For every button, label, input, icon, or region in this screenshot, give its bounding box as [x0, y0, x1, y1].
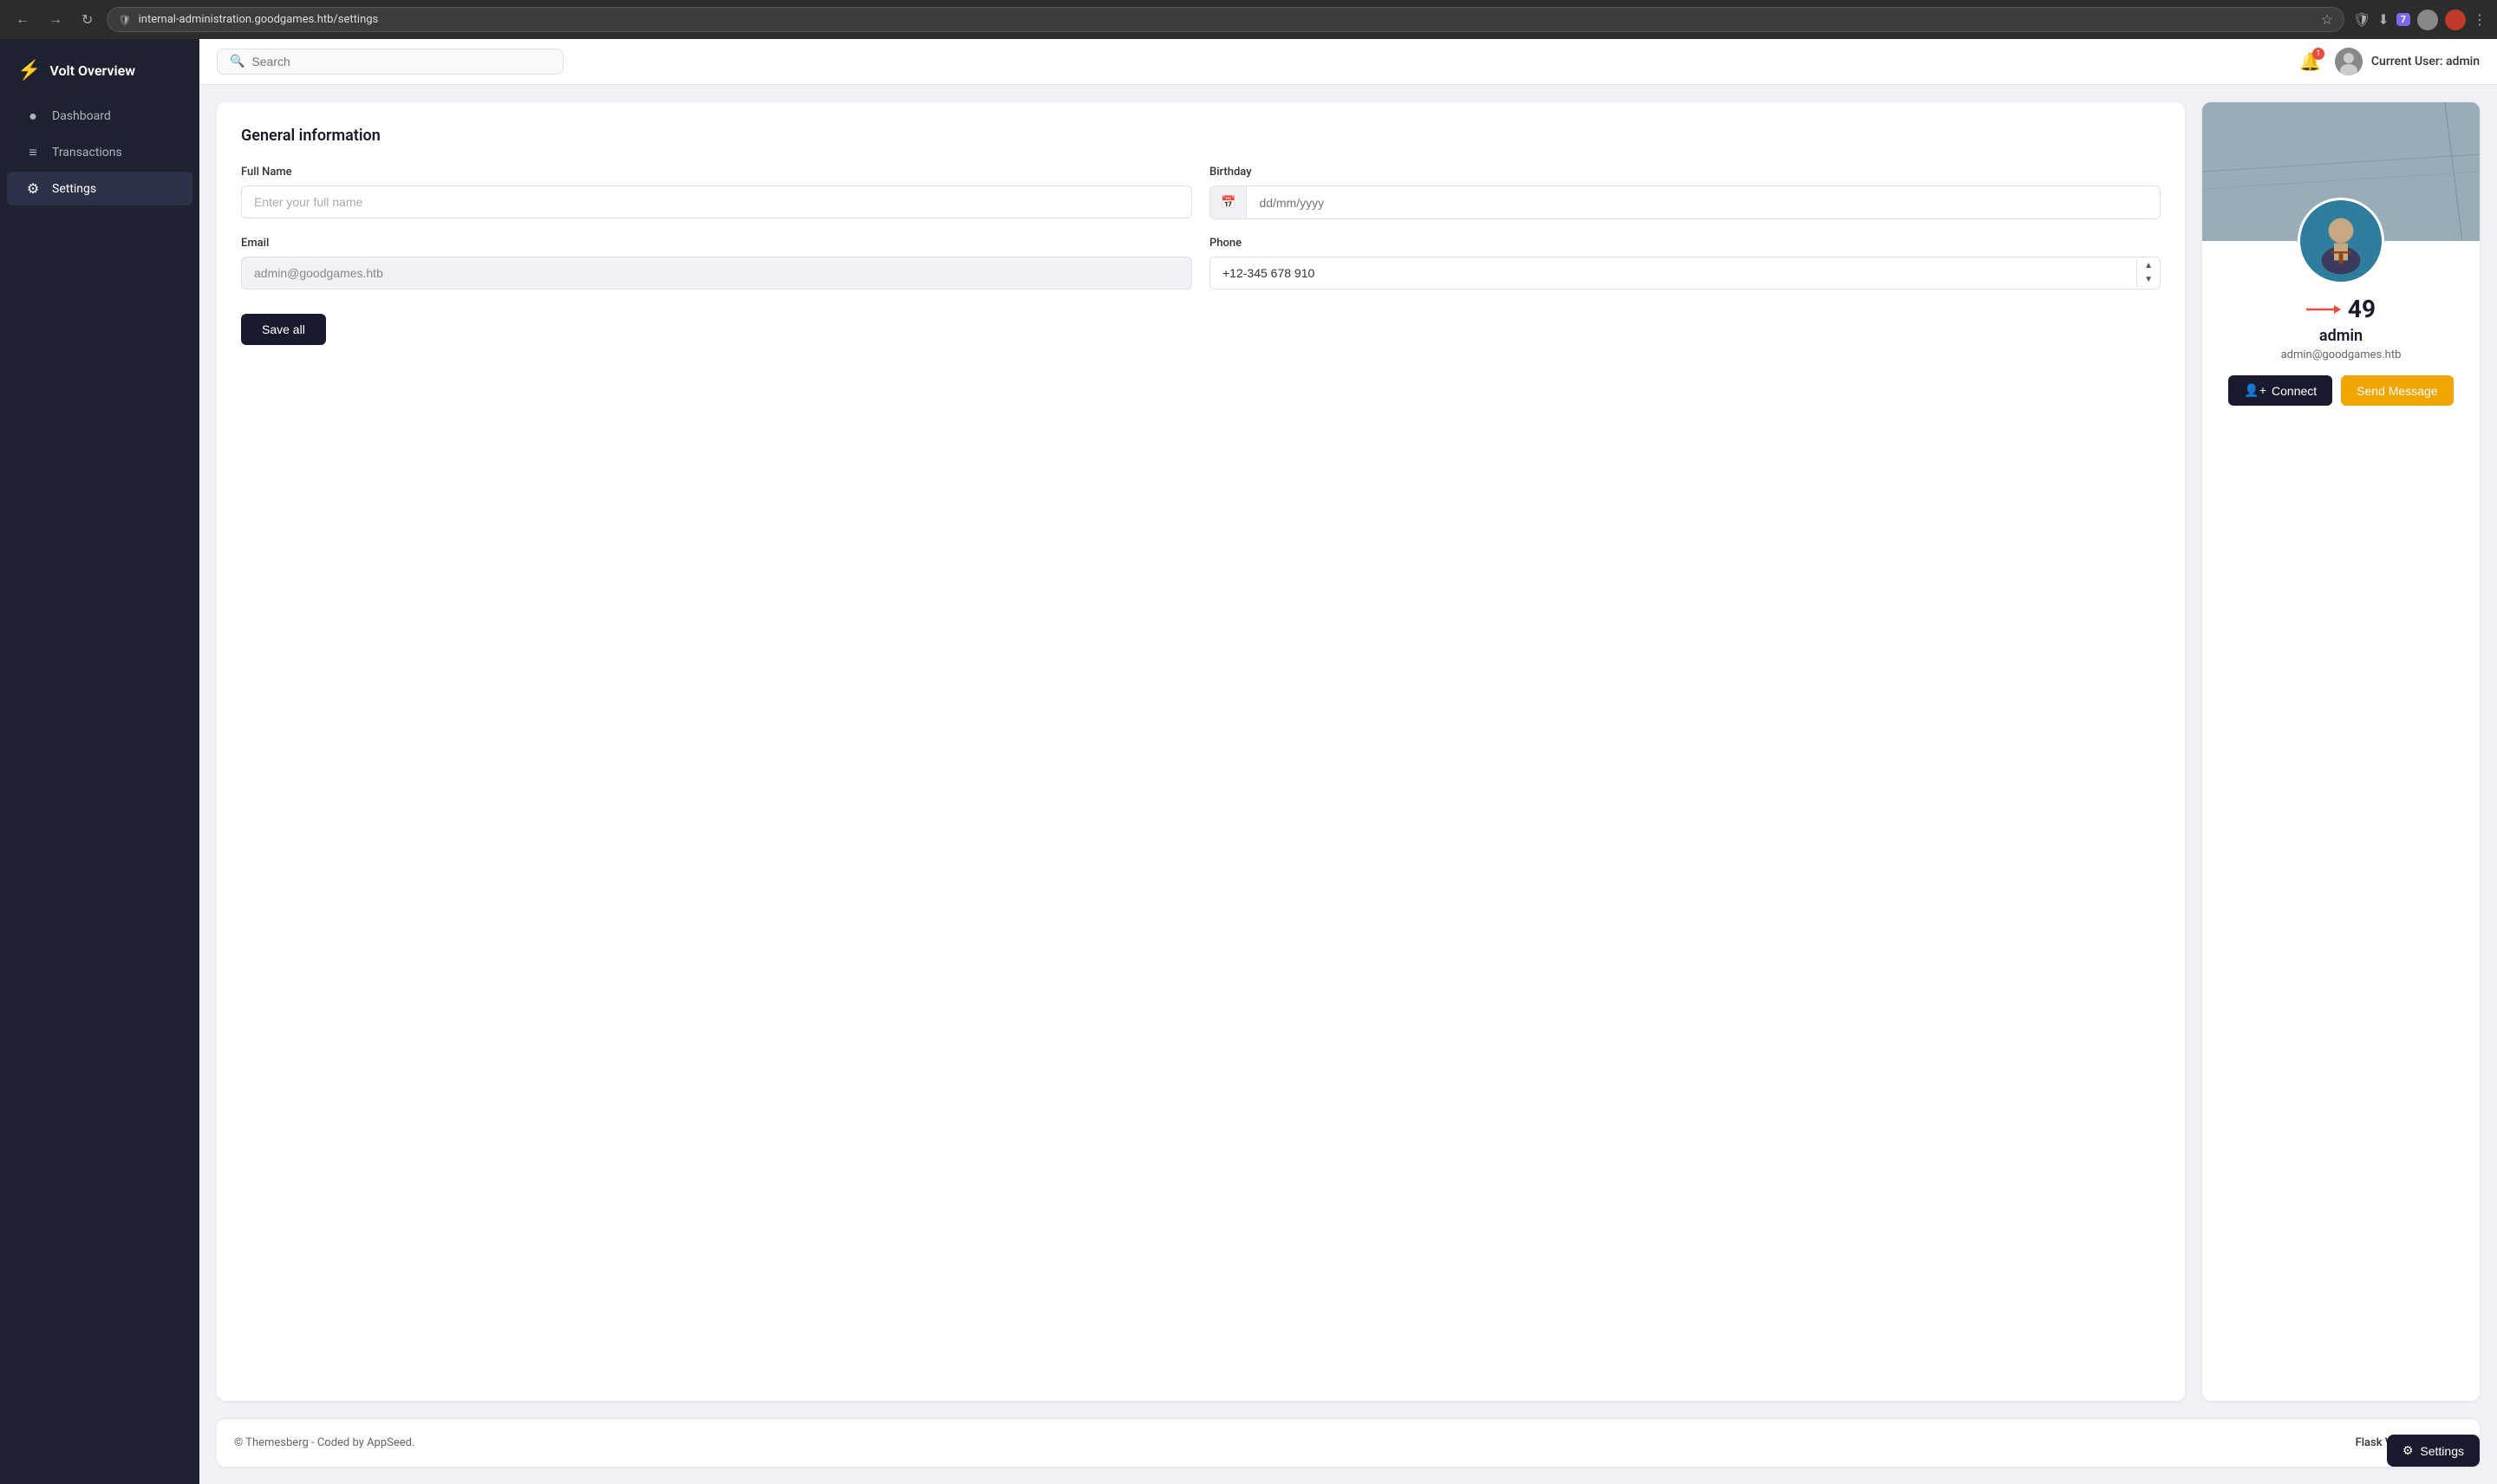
url-text: internal-administration.goodgames.htb/se… — [139, 13, 2314, 26]
sidebar-item-settings-label: Settings — [52, 182, 96, 196]
connect-button[interactable]: 👤+ Connect — [2228, 375, 2332, 406]
form-row-1: Full Name Birthday 📅 — [241, 166, 2161, 219]
phone-spinner: ▲ ▼ — [2136, 259, 2160, 287]
sidebar-brand[interactable]: ⚡ Volt Overview — [0, 53, 199, 99]
transactions-icon: ≡ — [24, 144, 42, 161]
user-avatar — [2335, 48, 2363, 75]
send-message-button[interactable]: Send Message — [2341, 375, 2453, 406]
brand-icon: ⚡ — [17, 60, 41, 81]
address-bar[interactable]: 🛡 internal-administration.goodgames.htb/… — [107, 7, 2344, 32]
main-content: 🔍 🔔 1 Current User: admin — [199, 39, 2497, 1484]
dashboard-icon: ● — [24, 107, 42, 125]
connect-icon: 👤+ — [2244, 383, 2266, 398]
star-icon[interactable]: ☆ — [2321, 11, 2333, 28]
phone-decrement[interactable]: ▼ — [2137, 273, 2160, 287]
birthday-group: Birthday 📅 — [1209, 166, 2161, 219]
sidebar-item-transactions[interactable]: ≡ Transactions — [7, 135, 192, 170]
settings-icon: ⚙ — [24, 180, 42, 197]
calendar-icon-button[interactable]: 📅 — [1210, 186, 1247, 218]
back-button[interactable]: ← — [10, 10, 35, 29]
phone-label: Phone — [1209, 237, 2161, 250]
profile-score-row: 49 — [2306, 295, 2376, 323]
download-icon[interactable]: ⬇ — [2377, 11, 2389, 28]
floating-settings-button[interactable]: ⚙ Settings — [2387, 1435, 2480, 1467]
card-title: General information — [241, 127, 2161, 145]
phone-input[interactable] — [1210, 257, 2136, 289]
score-value: 49 — [2348, 295, 2376, 323]
browser-actions: 🛡 ⬇ 7 ⋮ — [2353, 10, 2487, 30]
full-name-label: Full Name — [241, 166, 1192, 179]
score-arrow — [2306, 303, 2341, 316]
footer-copyright: © Themesberg - Coded by AppSeed. — [234, 1436, 414, 1449]
profile-username: admin — [2319, 327, 2363, 345]
sidebar-nav: ● Dashboard ≡ Transactions ⚙ Settings — [0, 99, 199, 205]
profile-card: 49 admin admin@goodgames.htb 👤+ Connect … — [2202, 102, 2480, 1401]
sidebar: ⚡ Volt Overview ● Dashboard ≡ Transactio… — [0, 39, 199, 1484]
notification-badge: 1 — [2312, 48, 2324, 60]
browser-profile-avatar2[interactable] — [2445, 10, 2466, 30]
email-group: Email — [241, 237, 1192, 290]
floating-settings-label: Settings — [2420, 1444, 2464, 1458]
birthday-input[interactable] — [1247, 187, 2160, 218]
notification-bell[interactable]: 🔔 1 — [2299, 51, 2321, 72]
forward-button[interactable]: → — [43, 10, 68, 29]
security-icon: 🛡 — [118, 14, 131, 26]
app-layout: ⚡ Volt Overview ● Dashboard ≡ Transactio… — [0, 39, 2497, 1484]
topbar-right: 🔔 1 Current User: admin — [2299, 48, 2480, 75]
menu-icon[interactable]: ⋮ — [2473, 11, 2487, 28]
email-input[interactable] — [241, 257, 1192, 290]
extension-badge: 7 — [2396, 13, 2410, 26]
refresh-button[interactable]: ↻ — [76, 10, 98, 30]
phone-group: Phone ▲ ▼ — [1209, 237, 2161, 290]
browser-profile-avatar[interactable] — [2417, 10, 2438, 30]
user-label: Current User: admin — [2371, 55, 2480, 68]
phone-wrapper: ▲ ▼ — [1209, 257, 2161, 290]
profile-avatar-wrap — [2298, 198, 2384, 284]
brand-label: Volt Overview — [49, 62, 135, 79]
content-area: General information Full Name Birthday 📅 — [199, 85, 2497, 1418]
birthday-wrapper: 📅 — [1209, 186, 2161, 219]
shield-icon[interactable]: 🛡 — [2353, 11, 2370, 28]
save-button[interactable]: Save all — [241, 314, 326, 345]
sidebar-item-dashboard[interactable]: ● Dashboard — [7, 99, 192, 133]
connect-label: Connect — [2272, 384, 2317, 398]
profile-email: admin@goodgames.htb — [2281, 348, 2402, 361]
profile-actions: 👤+ Connect Send Message — [2228, 375, 2453, 406]
search-icon: 🔍 — [230, 55, 244, 68]
sidebar-item-dashboard-label: Dashboard — [52, 109, 111, 123]
full-name-group: Full Name — [241, 166, 1192, 219]
phone-increment[interactable]: ▲ — [2137, 259, 2160, 273]
email-label: Email — [241, 237, 1192, 250]
sidebar-item-transactions-label: Transactions — [52, 146, 122, 159]
floating-settings-icon: ⚙ — [2402, 1443, 2414, 1458]
birthday-label: Birthday — [1209, 166, 2161, 179]
full-name-input[interactable] — [241, 186, 1192, 218]
topbar: 🔍 🔔 1 Current User: admin — [199, 39, 2497, 85]
search-container[interactable]: 🔍 — [217, 49, 564, 75]
search-input[interactable] — [251, 55, 551, 68]
browser-chrome: ← → ↻ 🛡 internal-administration.goodgame… — [0, 0, 2497, 39]
footer: © Themesberg - Coded by AppSeed. Flask V… — [217, 1418, 2480, 1467]
user-info[interactable]: Current User: admin — [2335, 48, 2480, 75]
settings-card: General information Full Name Birthday 📅 — [217, 102, 2185, 1401]
profile-avatar — [2298, 198, 2384, 284]
sidebar-item-settings[interactable]: ⚙ Settings — [7, 172, 192, 205]
form-row-2: Email Phone ▲ ▼ — [241, 237, 2161, 290]
